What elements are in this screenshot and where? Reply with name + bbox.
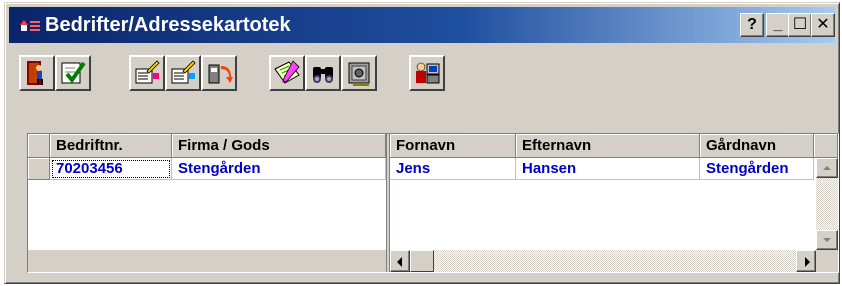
safe-button[interactable] — [341, 55, 377, 91]
help-button[interactable]: ? — [740, 13, 764, 37]
maximize-button[interactable]: ☐ — [788, 13, 812, 37]
left-pane-footer — [28, 250, 386, 272]
pencil-note-icon — [274, 60, 300, 84]
records-grid: Bedriftnr. Firma / Gods 70203456 Stengår… — [27, 133, 839, 273]
grid-corner — [28, 134, 50, 158]
column-header-bedriftnr[interactable]: Bedriftnr. — [50, 134, 172, 158]
toolbar — [11, 49, 837, 105]
edit-list-icon — [135, 60, 160, 84]
cell-fornavn[interactable]: Jens — [390, 158, 516, 180]
up-arrow-icon — [823, 166, 831, 170]
scroll-up-button[interactable] — [816, 158, 838, 178]
checkmark-icon — [61, 61, 86, 84]
edit-list-alt-icon — [171, 60, 196, 84]
notes-button[interactable] — [269, 55, 305, 91]
cell-bedriftnr[interactable]: 70203456 — [50, 158, 172, 180]
column-header-efternavn[interactable]: Efternavn — [516, 134, 700, 158]
search-button[interactable] — [305, 55, 341, 91]
vertical-scrollbar[interactable] — [816, 158, 838, 250]
confirm-button[interactable] — [55, 55, 91, 91]
title-bar[interactable]: Bedrifter/Adressekartotek ? _ ☐ ✕ — [9, 7, 835, 43]
safe-icon — [348, 62, 370, 86]
right-arrow-icon — [805, 257, 810, 267]
grid-right-pane: Fornavn Efternavn Gårdnavn Jens Hansen S… — [390, 134, 838, 272]
user-computer-icon — [416, 62, 440, 84]
undo-icon — [208, 64, 233, 84]
scroll-corner — [816, 250, 838, 272]
binoculars-search-icon — [313, 67, 333, 83]
row-selector[interactable] — [28, 158, 50, 180]
exit-door-icon — [27, 61, 43, 85]
cell-firma[interactable]: Stengården — [172, 158, 386, 180]
scroll-thumb[interactable] — [410, 250, 434, 272]
exit-button[interactable] — [19, 55, 55, 91]
scroll-right-button[interactable] — [796, 250, 816, 272]
main-window: Bedrifter/Adressekartotek ? _ ☐ ✕ Bedrif… — [4, 2, 840, 284]
window-title: Bedrifter/Adressekartotek — [45, 14, 291, 36]
grid-left-pane: Bedriftnr. Firma / Gods 70203456 Stengår… — [28, 134, 386, 272]
edit-record-alt-button[interactable] — [165, 55, 201, 91]
scroll-left-button[interactable] — [390, 250, 410, 272]
minimize-button[interactable]: _ — [766, 13, 790, 37]
edit-record-button[interactable] — [129, 55, 165, 91]
undo-button[interactable] — [201, 55, 237, 91]
scroll-down-button[interactable] — [816, 230, 838, 250]
header-filler — [814, 134, 838, 158]
cell-gardnavn[interactable]: Stengården — [700, 158, 814, 180]
app-icon — [20, 20, 40, 31]
left-arrow-icon — [397, 257, 402, 267]
column-header-gardnavn[interactable]: Gårdnavn — [700, 134, 814, 158]
horizontal-scrollbar[interactable] — [390, 250, 816, 272]
down-arrow-icon — [823, 238, 831, 242]
column-header-fornavn[interactable]: Fornavn — [390, 134, 516, 158]
column-header-firma[interactable]: Firma / Gods — [172, 134, 386, 158]
user-computer-button[interactable] — [409, 55, 445, 91]
close-button[interactable]: ✕ — [811, 13, 835, 37]
cell-efternavn[interactable]: Hansen — [516, 158, 700, 180]
